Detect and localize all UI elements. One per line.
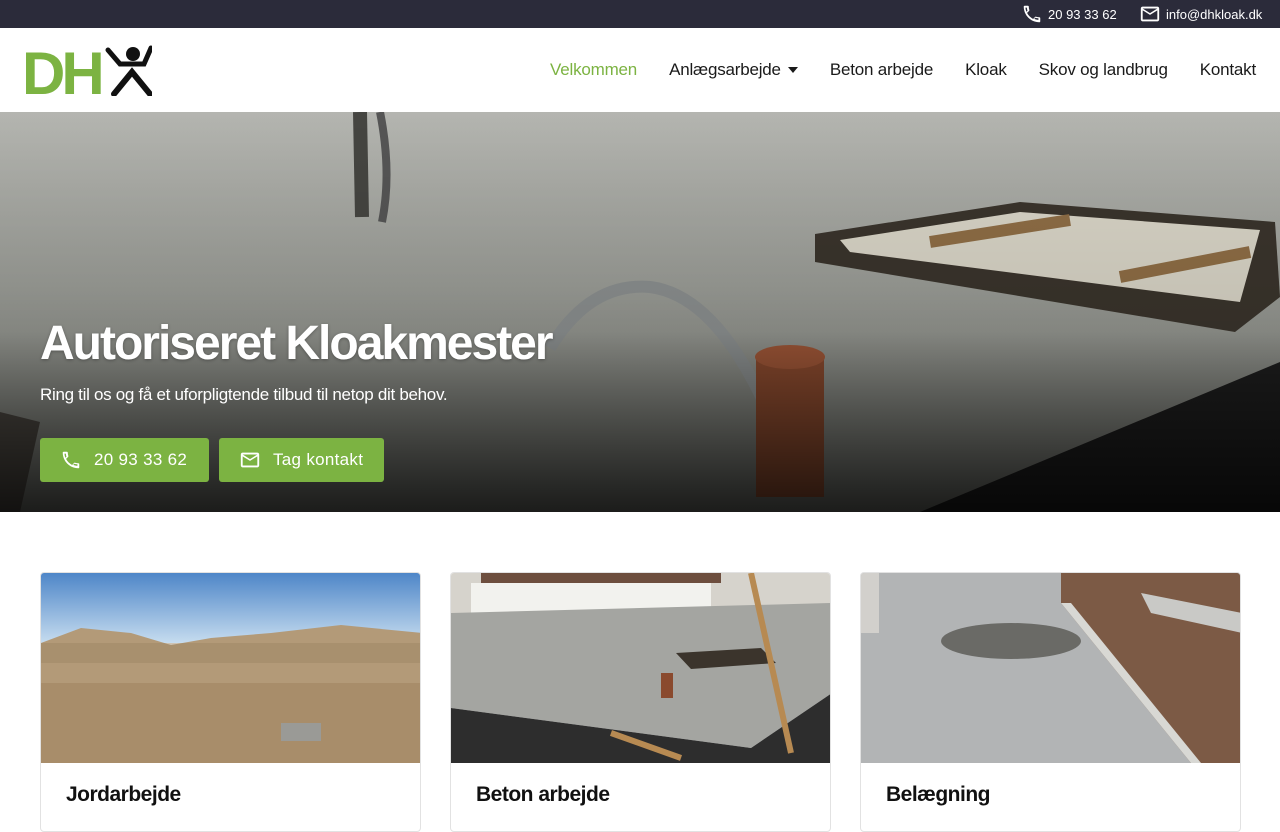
- site-header: DH Velkommen Anlægsarbejde Beton arbejde…: [0, 28, 1280, 112]
- dh-logo-icon: DH: [22, 40, 154, 107]
- svg-text:DH: DH: [24, 44, 101, 96]
- service-card-jordarbejde[interactable]: Jordarbejde: [40, 572, 421, 832]
- nav-item-beton-arbejde[interactable]: Beton arbejde: [830, 60, 933, 80]
- contact-button[interactable]: Tag kontakt: [219, 438, 384, 482]
- topbar-phone-text: 20 93 33 62: [1048, 6, 1117, 22]
- hero-title: Autoriseret Kloakmester: [40, 317, 554, 370]
- contact-button-label: Tag kontakt: [273, 450, 364, 469]
- nav-item-label: Skov og landbrug: [1038, 60, 1168, 79]
- site-logo[interactable]: DH: [22, 40, 154, 107]
- nav-item-skov-og-landbrug[interactable]: Skov og landbrug: [1039, 60, 1168, 80]
- call-button[interactable]: 20 93 33 62: [40, 438, 209, 482]
- service-card-beton-arbejde[interactable]: Beton arbejde: [450, 572, 831, 832]
- service-card-belaegning[interactable]: Belægning: [860, 572, 1241, 832]
- nav-item-label: Velkommen: [550, 60, 638, 79]
- nav-item-kontakt[interactable]: Kontakt: [1200, 60, 1256, 80]
- nav-item-label: Kloak: [965, 60, 1007, 79]
- mail-icon: [240, 452, 260, 468]
- phone-icon: [1023, 5, 1041, 23]
- card-title: Belægning: [886, 783, 991, 806]
- hero-subtitle: Ring til os og få et uforpligtende tilbu…: [40, 385, 448, 404]
- nav-item-kloak[interactable]: Kloak: [965, 60, 1007, 80]
- top-contact-bar: 20 93 33 62 info@dhkloak.dk: [0, 0, 1280, 28]
- card-title: Jordarbejde: [66, 783, 181, 806]
- card-title: Beton arbejde: [476, 783, 610, 806]
- nav-item-anlaegsarbejde[interactable]: Anlægsarbejde: [669, 60, 798, 80]
- caret-down-icon: [787, 67, 798, 73]
- card-image: [41, 573, 420, 763]
- nav-item-label: Beton arbejde: [829, 60, 934, 79]
- hero-section: Autoriseret Kloakmester Ring til os og f…: [0, 112, 1280, 512]
- card-image: [451, 573, 830, 763]
- topbar-email-text: info@dhkloak.dk: [1166, 6, 1263, 22]
- card-image: [861, 573, 1240, 763]
- phone-icon: [62, 451, 80, 469]
- nav-item-label: Anlægsarbejde: [669, 60, 781, 79]
- nav-item-label: Kontakt: [1199, 60, 1256, 79]
- topbar-email-link[interactable]: info@dhkloak.dk: [1139, 0, 1262, 28]
- topbar-phone-link[interactable]: 20 93 33 62: [1021, 0, 1117, 28]
- main-nav: Velkommen Anlægsarbejde Beton arbejde Kl…: [518, 28, 1256, 112]
- call-button-label: 20 93 33 62: [94, 450, 188, 469]
- mail-icon: [1140, 6, 1160, 22]
- nav-item-velkommen[interactable]: Velkommen: [550, 60, 637, 80]
